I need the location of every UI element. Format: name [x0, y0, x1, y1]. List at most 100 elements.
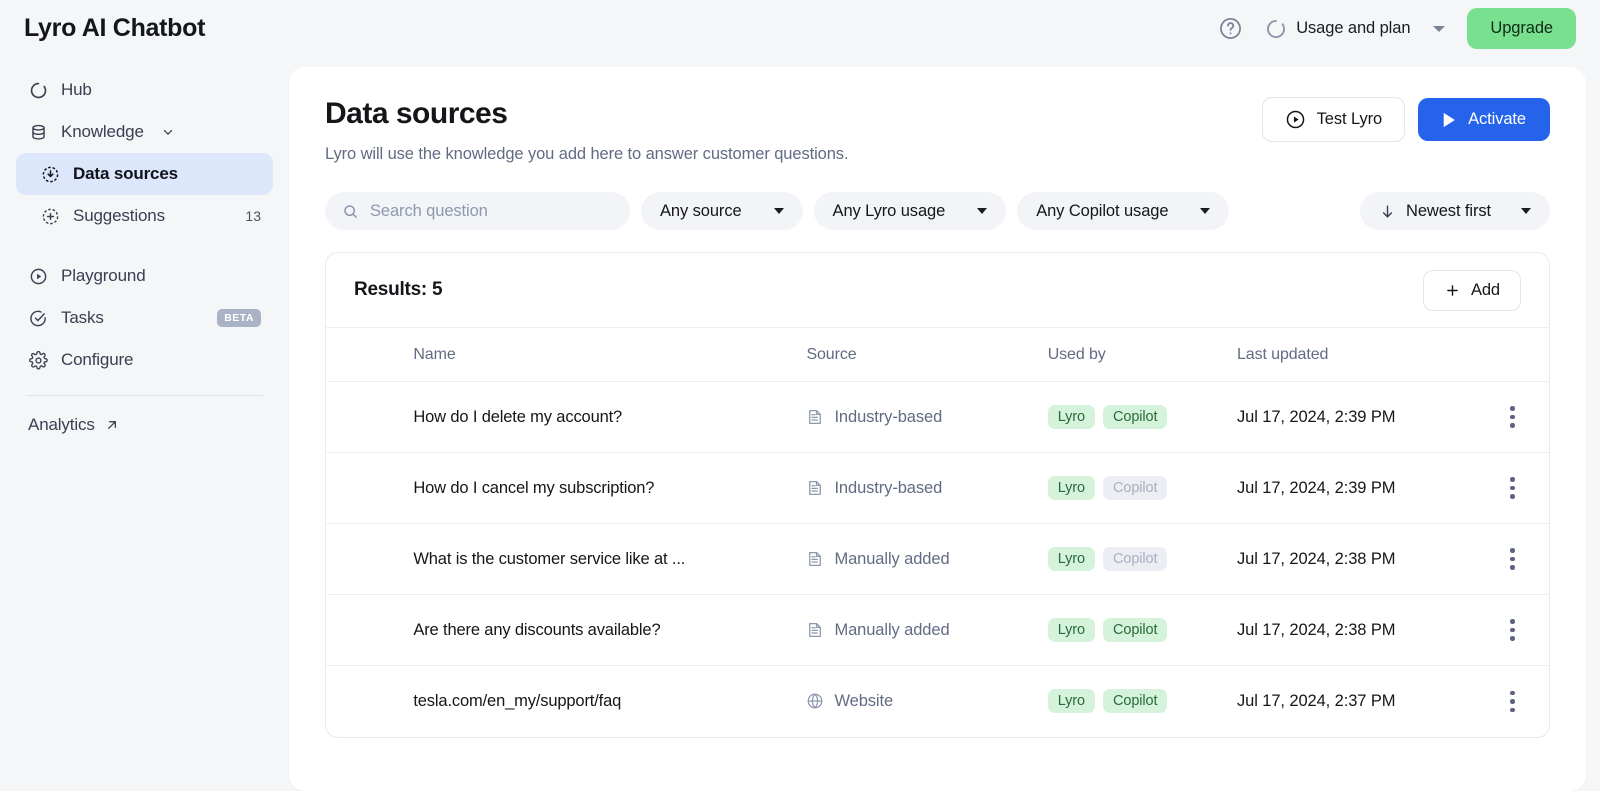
- chevron-down-icon: [977, 208, 987, 214]
- sidebar-item-tasks[interactable]: Tasks BETA: [16, 297, 273, 339]
- row-select-cell: [326, 595, 413, 666]
- top-bar: Lyro AI Chatbot Usage and plan Upgrade: [0, 0, 1600, 57]
- usage-and-plan-button[interactable]: Usage and plan: [1261, 15, 1449, 43]
- document-icon: [806, 479, 824, 497]
- sort-order-dropdown[interactable]: Newest first: [1360, 192, 1550, 230]
- row-actions-cell: [1476, 453, 1549, 524]
- row-source-label: Website: [834, 692, 893, 711]
- row-actions-cell: [1476, 524, 1549, 595]
- copilot-badge: Copilot: [1103, 618, 1167, 642]
- sidebar: Hub Knowledge: [0, 57, 289, 791]
- row-checkbox[interactable]: [354, 476, 379, 501]
- page-title: Data sources: [325, 97, 848, 131]
- sidebar-item-label: Playground: [61, 266, 146, 286]
- row-name: Are there any discounts available?: [413, 621, 806, 640]
- lyro-badge: Lyro: [1048, 476, 1095, 500]
- lyro-usage-filter-dropdown[interactable]: Any Lyro usage: [814, 192, 1007, 230]
- row-last-updated-cell: Jul 17, 2024, 2:39 PM: [1237, 453, 1476, 524]
- sort-order-label: Newest first: [1406, 202, 1491, 221]
- body: Hub Knowledge: [0, 57, 1600, 791]
- row-actions-cell: [1476, 382, 1549, 453]
- sidebar-divider: [26, 395, 263, 396]
- lyro-usage-filter-label: Any Lyro usage: [833, 202, 946, 221]
- row-checkbox[interactable]: [354, 618, 379, 643]
- table-body: How do I delete my account? Ind: [326, 382, 1549, 737]
- analytics-label: Analytics: [28, 415, 95, 435]
- test-lyro-button[interactable]: Test Lyro: [1262, 97, 1405, 142]
- app-root: Lyro AI Chatbot Usage and plan Upgrade: [0, 0, 1600, 791]
- row-last-updated: Jul 17, 2024, 2:39 PM: [1237, 479, 1476, 498]
- table-row[interactable]: tesla.com/en_my/support/faq Web: [326, 666, 1549, 737]
- chevron-down-icon: [161, 125, 175, 139]
- row-actions-cell: [1476, 666, 1549, 737]
- sidebar-item-analytics[interactable]: Analytics: [16, 408, 273, 442]
- search-input[interactable]: [370, 202, 613, 221]
- sidebar-item-playground[interactable]: Playground: [16, 255, 273, 297]
- plus-circle-icon: [40, 206, 60, 226]
- row-last-updated-cell: Jul 17, 2024, 2:38 PM: [1237, 524, 1476, 595]
- sidebar-item-suggestions[interactable]: Suggestions 13: [16, 195, 273, 237]
- table-row[interactable]: Are there any discounts available?: [326, 595, 1549, 666]
- sidebar-item-label: Configure: [61, 350, 133, 370]
- lyro-badge: Lyro: [1048, 618, 1095, 642]
- row-source-label: Manually added: [834, 550, 949, 569]
- top-bar-actions: Usage and plan Upgrade: [1217, 8, 1576, 49]
- row-source-label: Industry-based: [834, 408, 942, 427]
- row-menu-icon[interactable]: [1476, 619, 1549, 641]
- row-last-updated: Jul 17, 2024, 2:37 PM: [1237, 692, 1476, 711]
- table-row[interactable]: What is the customer service like at ...: [326, 524, 1549, 595]
- sidebar-item-knowledge[interactable]: Knowledge: [16, 111, 273, 153]
- row-checkbox[interactable]: [354, 405, 379, 430]
- row-checkbox[interactable]: [354, 689, 379, 714]
- row-source-cell: Manually added: [806, 524, 1047, 595]
- row-menu-icon[interactable]: [1476, 691, 1549, 713]
- data-sources-panel: Results: 5 Add: [325, 252, 1550, 738]
- check-circle-icon: [28, 308, 48, 328]
- arrow-down-icon: [1379, 203, 1396, 220]
- row-menu-icon[interactable]: [1476, 406, 1549, 428]
- row-source-label: Manually added: [834, 621, 949, 640]
- row-name-cell: What is the customer service like at ...: [413, 524, 806, 595]
- usage-and-plan-label: Usage and plan: [1296, 19, 1410, 38]
- table-row[interactable]: How do I cancel my subscription?: [326, 453, 1549, 524]
- sidebar-item-data-sources[interactable]: Data sources: [16, 153, 273, 195]
- lyro-badge: Lyro: [1048, 689, 1095, 713]
- activate-button[interactable]: Activate: [1418, 98, 1550, 141]
- help-circle-icon[interactable]: [1217, 16, 1243, 42]
- select-all-checkbox[interactable]: [354, 342, 379, 367]
- column-header-name[interactable]: Name: [413, 328, 806, 382]
- row-used-by-cell: Lyro Copilot: [1048, 524, 1237, 595]
- column-header-last-updated[interactable]: Last updated: [1237, 328, 1476, 382]
- search-icon: [342, 203, 359, 220]
- column-header-source[interactable]: Source: [806, 328, 1047, 382]
- sidebar-item-configure[interactable]: Configure: [16, 339, 273, 381]
- add-button[interactable]: Add: [1423, 270, 1521, 311]
- column-header-used-by[interactable]: Used by: [1048, 328, 1237, 382]
- row-source-cell: Manually added: [806, 595, 1047, 666]
- sidebar-item-hub[interactable]: Hub: [16, 69, 273, 111]
- row-menu-icon[interactable]: [1476, 548, 1549, 570]
- copilot-usage-filter-dropdown[interactable]: Any Copilot usage: [1017, 192, 1229, 230]
- sidebar-item-label: Hub: [61, 80, 92, 100]
- sidebar-item-label: Suggestions: [73, 206, 165, 226]
- row-last-updated-cell: Jul 17, 2024, 2:38 PM: [1237, 595, 1476, 666]
- lyro-badge: Lyro: [1048, 405, 1095, 429]
- source-filter-dropdown[interactable]: Any source: [641, 192, 803, 230]
- table-row[interactable]: How do I delete my account? Ind: [326, 382, 1549, 453]
- download-circle-icon: [40, 164, 60, 184]
- row-used-by-cell: Lyro Copilot: [1048, 666, 1237, 737]
- row-used-by-cell: Lyro Copilot: [1048, 382, 1237, 453]
- row-name: How do I cancel my subscription?: [413, 479, 806, 498]
- row-menu-icon[interactable]: [1476, 477, 1549, 499]
- source-filter-label: Any source: [660, 202, 742, 221]
- upgrade-button[interactable]: Upgrade: [1467, 8, 1576, 49]
- row-last-updated-cell: Jul 17, 2024, 2:37 PM: [1237, 666, 1476, 737]
- copilot-badge: Copilot: [1103, 547, 1167, 571]
- search-question-box[interactable]: [325, 192, 630, 230]
- row-checkbox[interactable]: [354, 547, 379, 572]
- database-icon: [28, 122, 48, 142]
- chevron-down-icon: [1433, 26, 1445, 32]
- sidebar-item-label: Data sources: [73, 164, 178, 184]
- data-sources-table: Name Source Used by Last updated How do …: [326, 327, 1549, 737]
- document-icon: [806, 408, 824, 426]
